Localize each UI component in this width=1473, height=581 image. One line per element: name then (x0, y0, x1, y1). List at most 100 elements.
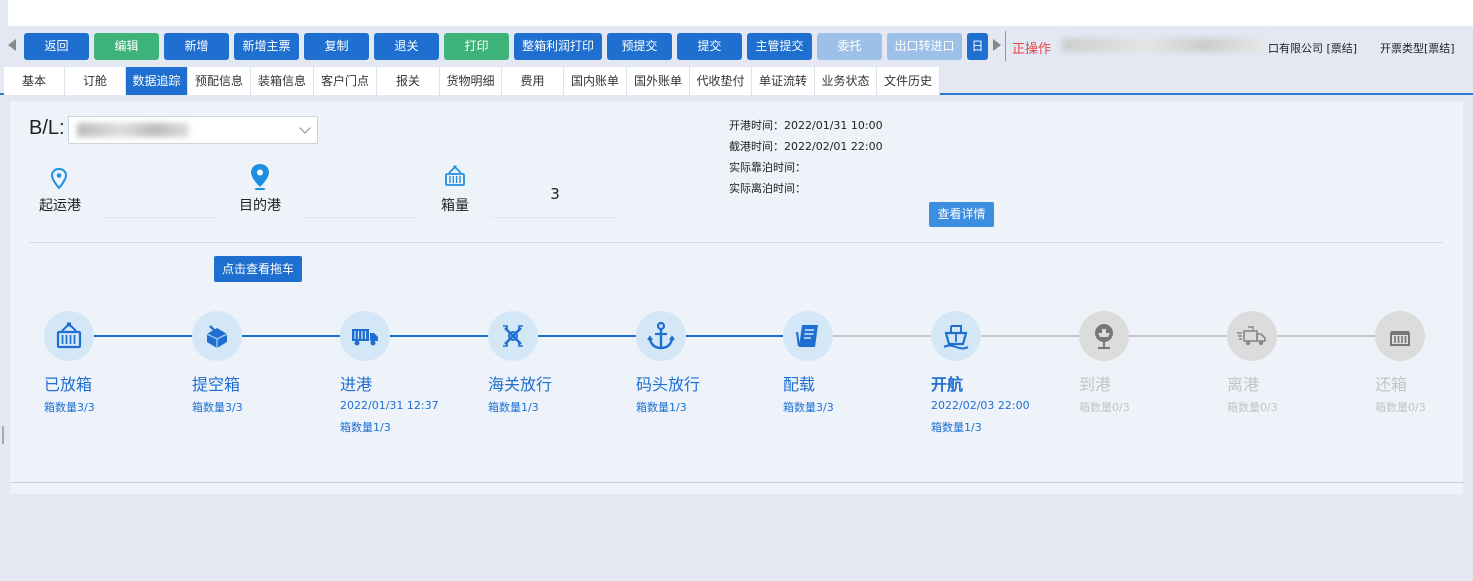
cutoff-time-row: 截港时间：2022/02/01 22:00 (729, 136, 883, 157)
company-settlement-label: 口有限公司 [票结] (1268, 42, 1358, 55)
add-master-button[interactable]: 新增主票 (234, 33, 299, 60)
return-box-icon (1390, 331, 1410, 346)
tab-basic[interactable]: 基本 (4, 67, 65, 95)
stage-label-empty-pickup: 提空箱 (192, 375, 241, 394)
stage-node-gate-out[interactable] (1227, 311, 1277, 361)
stage-label-container-return: 还箱 (1375, 375, 1408, 394)
withdraw-button[interactable]: 退关 (374, 33, 439, 60)
section-divider (29, 242, 1443, 243)
stage-node-released[interactable] (44, 311, 94, 361)
tab-booking[interactable]: 订舱 (65, 67, 126, 95)
fcl-profit-print-button[interactable]: 整箱利润打印 (514, 33, 602, 60)
arrival-icon (1095, 324, 1113, 349)
redacted-operator-info (1062, 38, 1267, 52)
tab-file-history[interactable]: 文件历史 (877, 67, 940, 95)
copy-button[interactable]: 复制 (304, 33, 369, 60)
anchor-icon (647, 321, 675, 350)
view-trucking-button[interactable]: 点击查看拖车 (214, 256, 302, 282)
empty-box-icon (206, 325, 228, 348)
actual-berth-time-label: 实际靠泊时间： (729, 161, 806, 174)
chevron-down-icon (299, 122, 311, 134)
stage-count-gate-out: 箱数量0/3 (1227, 401, 1278, 414)
stage-node-gate-in[interactable] (340, 311, 390, 361)
tab-customer-door[interactable]: 客户门点 (314, 67, 377, 95)
stage-label-customs-release: 海关放行 (488, 375, 553, 394)
stage-label-terminal-release: 码头放行 (636, 375, 701, 394)
quantity-label: 箱量 (441, 198, 469, 214)
location-outline-icon (50, 167, 68, 190)
track-segment-2 (242, 335, 340, 337)
tab-business-status[interactable]: 业务状态 (815, 67, 877, 95)
tab-fees[interactable]: 费用 (502, 67, 564, 95)
tab-customs[interactable]: 报关 (377, 67, 440, 95)
stage-node-customs-release[interactable] (488, 311, 538, 361)
stage-count-terminal-release: 箱数量1/3 (636, 401, 687, 414)
day-button[interactable]: 日 (967, 33, 988, 60)
stage-node-empty-pickup[interactable] (192, 311, 242, 361)
tab-cargo-detail[interactable]: 货物明细 (440, 67, 502, 95)
supervisor-submit-button[interactable]: 主管提交 (747, 33, 812, 60)
tab-data-tracking[interactable]: 数据追踪 (126, 67, 188, 95)
resize-handle[interactable] (2, 426, 4, 444)
submit-button[interactable]: 提交 (677, 33, 742, 60)
entrust-button[interactable]: 委托 (817, 33, 882, 60)
location-filled-icon (251, 164, 269, 190)
add-button[interactable]: 新增 (164, 33, 229, 60)
stage-count-gate-in: 箱数量1/3 (340, 421, 391, 434)
export-to-import-button[interactable]: 出口转进口 (887, 33, 962, 60)
stage-label-released: 已放箱 (44, 375, 93, 394)
tab-collection-advance[interactable]: 代收垫付 (690, 67, 752, 95)
stage-label-arrival: 到港 (1079, 375, 1112, 394)
track-segment-5 (686, 335, 783, 337)
track-segment-4 (538, 335, 636, 337)
tab-packing-info[interactable]: 装箱信息 (251, 67, 314, 95)
tab-pre-allocation[interactable]: 预配信息 (188, 67, 251, 95)
scroll-right-arrow-icon[interactable] (993, 39, 1001, 51)
truck-icon (352, 329, 378, 346)
open-time-value: 2022/01/31 10:00 (784, 119, 883, 132)
stage-count-departure: 箱数量1/3 (931, 421, 982, 434)
tab-domestic-bill[interactable]: 国内账单 (564, 67, 627, 95)
customs-release-icon (503, 325, 523, 347)
stage-node-departure[interactable] (931, 311, 981, 361)
scroll-left-arrow-icon[interactable] (8, 39, 16, 51)
stage-node-terminal-release[interactable] (636, 311, 686, 361)
tab-foreign-bill[interactable]: 国外账单 (627, 67, 690, 95)
back-button[interactable]: 返回 (24, 33, 89, 60)
bl-label: B/L: (29, 117, 65, 139)
pre-submit-button[interactable]: 预提交 (607, 33, 672, 60)
quantity-value: 3 (550, 185, 560, 203)
stage-count-container-return: 箱数量0/3 (1375, 401, 1426, 414)
operating-status-label: 正操作 (1012, 42, 1052, 57)
redacted-bl-number (77, 123, 189, 137)
bl-select[interactable] (68, 116, 318, 144)
track-segment-7 (981, 335, 1079, 337)
stage-node-stowage[interactable] (783, 311, 833, 361)
panel-bottom-divider (10, 482, 1463, 483)
tracking-panel: B/L: 起运港 目的港 箱量 3 开港时间：2022/01/31 10:00 … (10, 101, 1463, 494)
destination-port-underline (301, 217, 419, 218)
stage-label-stowage: 配载 (783, 375, 816, 394)
destination-port-label: 目的港 (239, 198, 281, 214)
toolbar-divider (1005, 31, 1006, 61)
origin-port-label: 起运港 (39, 198, 81, 214)
departure-truck-icon (1237, 326, 1266, 346)
stage-count-stowage: 箱数量3/3 (783, 401, 834, 414)
port-times: 开港时间：2022/01/31 10:00 截港时间：2022/02/01 22… (729, 115, 883, 199)
stage-count-empty-pickup: 箱数量3/3 (192, 401, 243, 414)
quantity-underline (491, 217, 619, 218)
stage-count-released: 箱数量3/3 (44, 401, 95, 414)
origin-port-underline (101, 217, 219, 218)
stage-node-container-return[interactable] (1375, 311, 1425, 361)
ship-icon (943, 325, 969, 350)
tab-document-flow[interactable]: 单证流转 (752, 67, 815, 95)
stage-label-gate-in: 进港 (340, 375, 373, 394)
track-segment-9 (1277, 335, 1375, 337)
view-details-button[interactable]: 查看详情 (929, 202, 994, 227)
edit-button[interactable]: 编辑 (94, 33, 159, 60)
open-time-row: 开港时间：2022/01/31 10:00 (729, 115, 883, 136)
print-button[interactable]: 打印 (444, 33, 509, 60)
tab-bar: 基本 订舱 数据追踪 预配信息 装箱信息 客户门点 报关 货物明细 费用 国内账… (0, 66, 1473, 95)
stage-node-arrival[interactable] (1079, 311, 1129, 361)
stage-count-customs-release: 箱数量1/3 (488, 401, 539, 414)
